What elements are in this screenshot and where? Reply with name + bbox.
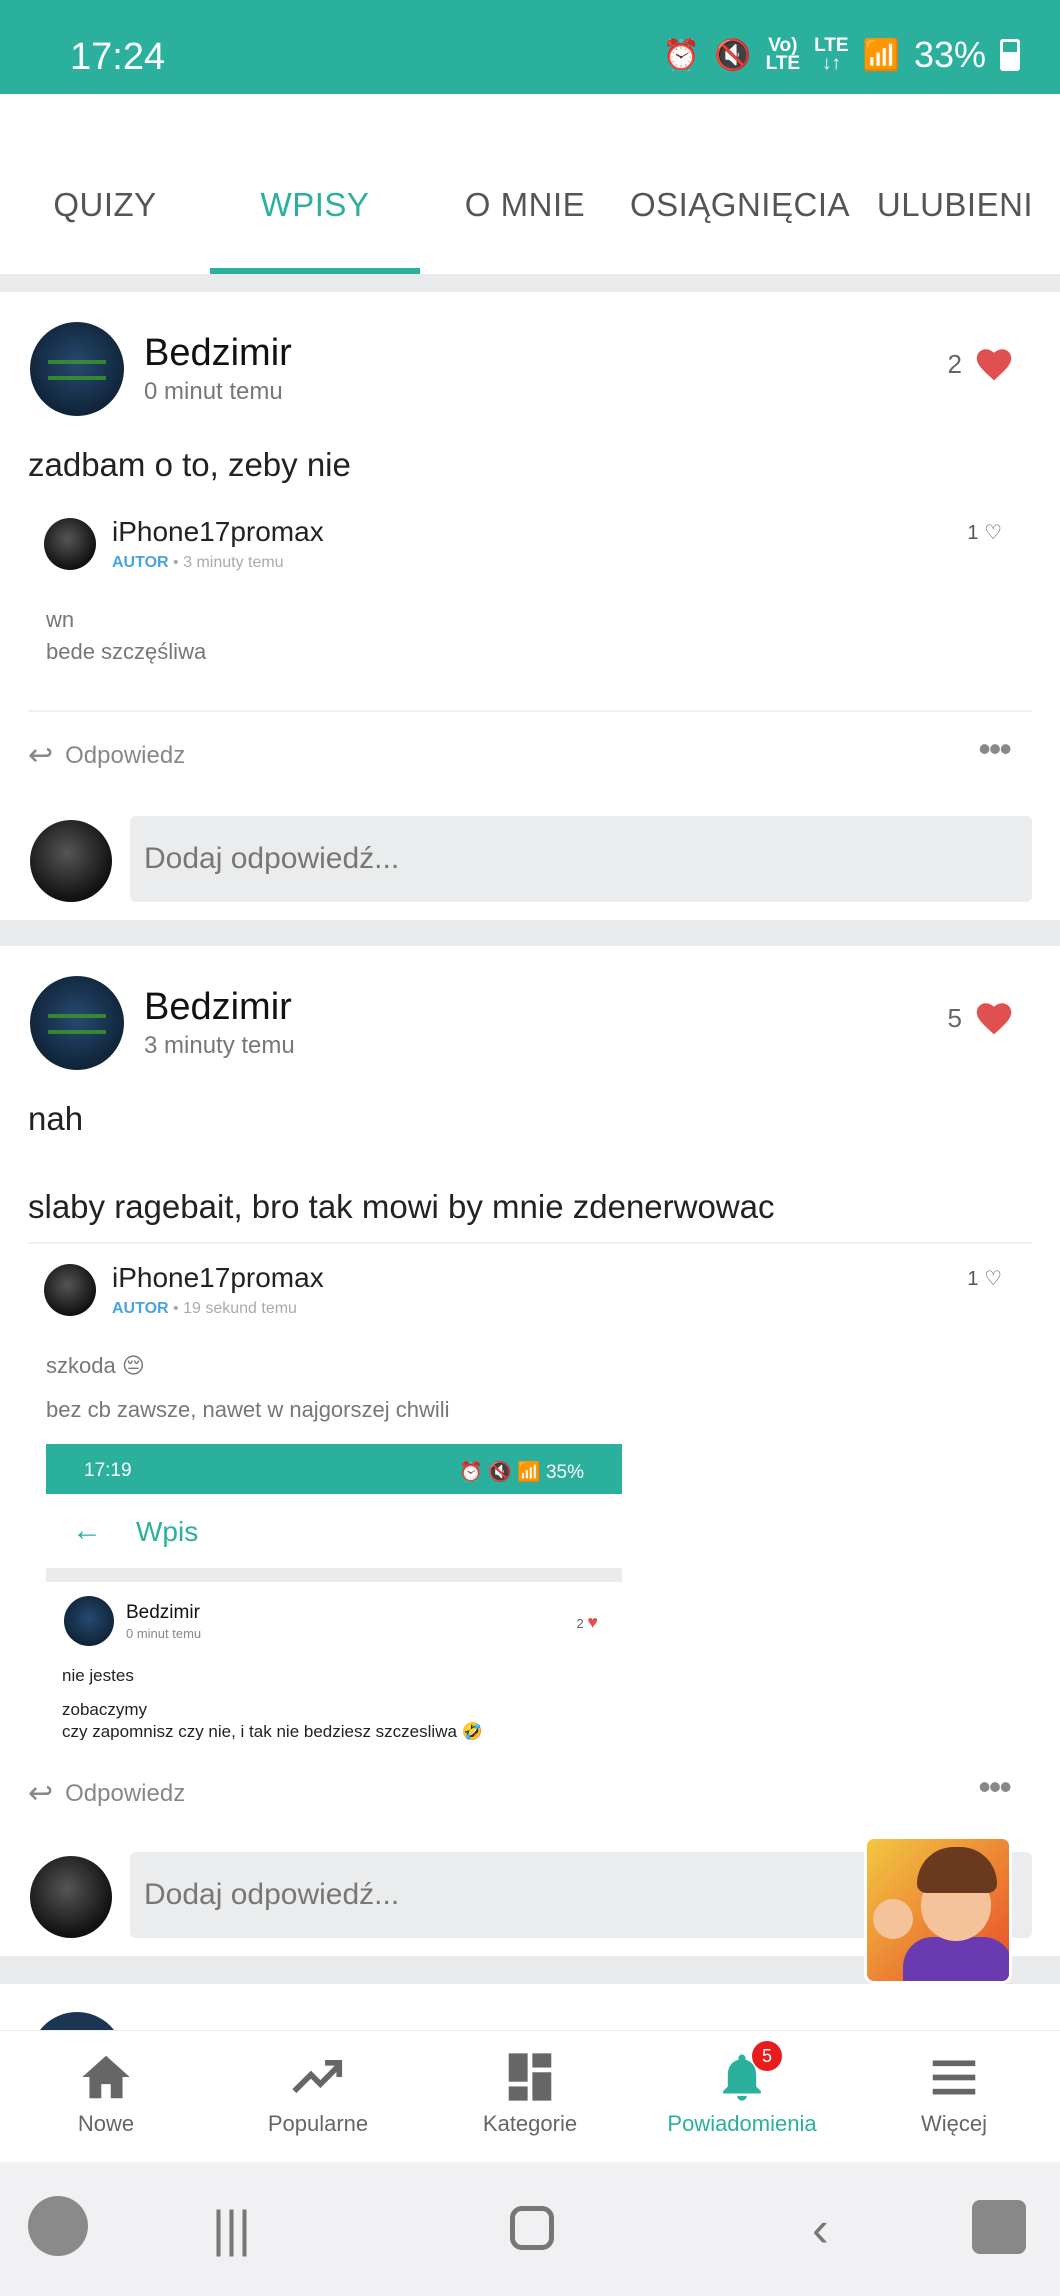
- reply-meta: AUTOR • 19 sekund temu: [112, 1300, 297, 1317]
- author-badge: AUTOR: [112, 554, 169, 571]
- home-icon: [82, 2055, 130, 2099]
- post-text: zadbam o to, zeby nie: [28, 446, 351, 483]
- tab-quizy[interactable]: QUIZY: [0, 150, 210, 274]
- avatar[interactable]: [30, 322, 124, 416]
- attached-screenshot[interactable]: 17:19 ⏰ 🔇 📶 35% ← Wpis Bedzimir 0 minut …: [46, 1444, 622, 1740]
- battery-icon: [1000, 39, 1020, 71]
- reply-item: iPhone17promax AUTOR • 19 sekund temu 1 …: [28, 1256, 1032, 1816]
- avatar[interactable]: [30, 976, 124, 1070]
- post-card: Bedzimir 3 minuty temu 5 nah slaby rageb…: [0, 946, 1060, 1956]
- alarm-icon: ⏰: [662, 38, 701, 72]
- heart-icon[interactable]: [974, 1000, 1014, 1036]
- post-author[interactable]: Bedzimir: [144, 986, 292, 1029]
- reply-avatar[interactable]: [44, 518, 96, 570]
- reply-avatar[interactable]: [44, 1264, 96, 1316]
- reply-button[interactable]: ↩ Odpowiedz: [28, 1776, 185, 1811]
- reply-author[interactable]: iPhone17promax: [112, 516, 324, 548]
- current-user-avatar: [30, 820, 112, 902]
- like-count: 2: [947, 348, 962, 379]
- menu-icon: [932, 2060, 976, 2095]
- heart-icon[interactable]: [974, 346, 1014, 382]
- nav-popularne[interactable]: Popularne: [212, 2031, 424, 2162]
- tab-ulubieni[interactable]: ULUBIENI: [850, 150, 1060, 274]
- reply-arrow-icon: ↩: [28, 1777, 54, 1810]
- reply-likes[interactable]: 1 ♡: [967, 520, 1002, 545]
- profile-tabs: QUIZY WPISY O MNIE OSIĄGNIĘCIA ULUBIENI: [0, 150, 1060, 274]
- battery-percent: 33%: [913, 34, 986, 75]
- reply-arrow-icon: ↩: [28, 739, 54, 772]
- app-root: 17:24 ⏰ 🔇 Vo) LTE LTE ↓↑ 📶 33% QUIZY WPISY…: [0, 0, 1060, 2296]
- post-card-peek: [0, 1984, 1060, 2034]
- reply-button[interactable]: ↩ Odpowiedz: [28, 738, 185, 773]
- post-author[interactable]: Bedzimir: [144, 332, 292, 375]
- status-icons: ⏰ 🔇 Vo) LTE LTE ↓↑ 📶 33%: [663, 34, 1020, 76]
- status-time: 17:24: [70, 36, 166, 78]
- current-user-avatar: [30, 1856, 112, 1938]
- reply-meta: AUTOR • 3 minuty temu: [112, 554, 284, 571]
- signal-icon: 📶: [862, 38, 900, 72]
- tab-osiagniecia[interactable]: OSIĄGNIĘCIA: [630, 150, 850, 274]
- like-count: 5: [947, 1002, 962, 1033]
- nav-powiadomienia[interactable]: 5 Powiadomienia: [636, 2031, 848, 2162]
- recent-apps-icon[interactable]: |||: [212, 2200, 251, 2258]
- author-badge: AUTOR: [112, 1300, 169, 1317]
- reply-author[interactable]: iPhone17promax: [112, 1262, 324, 1294]
- accessibility-icon[interactable]: [972, 2200, 1026, 2254]
- reply-input[interactable]: Dodaj odpowiedź...: [130, 816, 1032, 902]
- reply-text-line-2: bez cb zawsze, nawet w najgorszej chwili: [46, 1397, 450, 1422]
- status-bar: 17:24 ⏰ 🔇 Vo) LTE LTE ↓↑ 📶 33%: [0, 0, 1060, 94]
- nav-wiecej[interactable]: Więcej: [848, 2031, 1060, 2162]
- system-navigation: ||| ‹: [0, 2162, 1060, 2296]
- post-time: 0 minut temu: [144, 378, 283, 405]
- heart-outline-icon: ♡: [984, 1268, 1002, 1290]
- screenshot-status-bar: 17:19 ⏰ 🔇 📶 35%: [46, 1444, 622, 1494]
- back-arrow-icon: ←: [72, 1514, 102, 1547]
- post-time: 3 minuty temu: [144, 1032, 295, 1059]
- floating-game-bubble[interactable]: [864, 1836, 1012, 1984]
- game-launcher-icon[interactable]: [28, 2196, 88, 2256]
- reply-time: 19 sekund temu: [183, 1300, 297, 1317]
- nav-kategorie[interactable]: Kategorie: [424, 2031, 636, 2162]
- reply-item: iPhone17promax AUTOR • 3 minuty temu 1 ♡…: [28, 510, 1032, 710]
- divider: [28, 710, 1032, 712]
- post-likes[interactable]: 2: [948, 346, 1014, 382]
- reply-text: wn bede szczęśliwa: [46, 607, 207, 664]
- heart-icon: ♥: [587, 1612, 598, 1632]
- bottom-navigation: Nowe Popularne Kategorie 5 Powiadomienia…: [0, 2030, 1060, 2162]
- lte-icon: LTE ↓↑: [814, 35, 849, 74]
- nav-nowe[interactable]: Nowe: [0, 2031, 212, 2162]
- categories-icon: [508, 2053, 552, 2101]
- notification-badge: 5: [752, 2041, 782, 2071]
- post-likes[interactable]: 5: [948, 1000, 1014, 1036]
- tab-o-mnie[interactable]: O MNIE: [420, 150, 630, 274]
- more-options-icon[interactable]: •••: [978, 728, 1012, 770]
- home-button-icon[interactable]: [510, 2206, 554, 2250]
- heart-outline-icon: ♡: [984, 522, 1002, 544]
- mute-icon: 🔇: [714, 38, 752, 72]
- volte-icon: Vo) LTE: [765, 35, 801, 74]
- reply-likes[interactable]: 1 ♡: [967, 1266, 1002, 1291]
- divider: [28, 1242, 1032, 1244]
- screenshot-avatar: [64, 1596, 114, 1646]
- more-options-icon[interactable]: •••: [978, 1766, 1012, 1808]
- reply-text-line-1: szkoda 😔: [46, 1353, 145, 1378]
- reply-time: 3 minuty temu: [183, 554, 284, 571]
- post-text-line-2: slaby ragebait, bro tak mowi by mnie zde…: [28, 1188, 775, 1225]
- back-icon[interactable]: ‹: [812, 2200, 829, 2258]
- screenshot-header: ← Wpis: [72, 1514, 199, 1547]
- post-card: Bedzimir 0 minut temu 2 zadbam o to, zeb…: [0, 292, 1060, 920]
- post-text-line-1: nah: [28, 1100, 84, 1137]
- tab-wpisy[interactable]: WPISY: [209, 150, 420, 274]
- trending-icon: [292, 2059, 343, 2094]
